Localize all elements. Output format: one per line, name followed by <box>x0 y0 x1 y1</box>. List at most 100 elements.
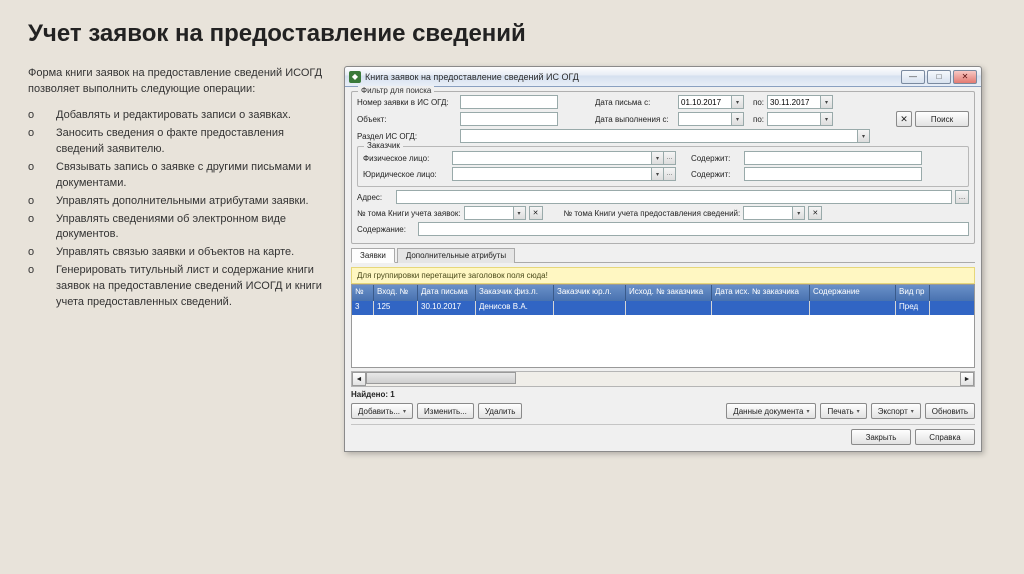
label-vol1: № тома Книги учета заявок: <box>357 209 461 218</box>
refresh-button[interactable]: Обновить <box>925 403 975 419</box>
label-section: Раздел ИС ОГД: <box>357 132 457 141</box>
vol2-clear[interactable]: ✕ <box>808 206 822 220</box>
bullet-mark: o <box>28 212 56 244</box>
edit-button[interactable]: Изменить... <box>417 403 474 419</box>
found-count: Найдено: 1 <box>351 390 975 399</box>
clear-filter-button[interactable]: ✕ <box>896 111 912 127</box>
grid-cell: 3 <box>352 301 374 315</box>
column-header[interactable]: Исход. № заказчика <box>626 285 712 301</box>
label-po2: по: <box>753 115 764 124</box>
object-input[interactable] <box>460 112 558 126</box>
legal-dropdown[interactable]: ▾ <box>652 167 664 181</box>
close-button[interactable]: ✕ <box>953 70 977 84</box>
label-object: Объект: <box>357 115 457 124</box>
bullet-mark: o <box>28 108 56 124</box>
section-dropdown[interactable]: ▾ <box>858 129 870 143</box>
date-to-input[interactable] <box>767 95 821 109</box>
label-individual: Физическое лицо: <box>363 154 449 163</box>
scroll-thumb[interactable] <box>366 372 516 384</box>
date-from-dropdown[interactable]: ▾ <box>732 95 744 109</box>
label-request-number: Номер заявки в ИС ОГД: <box>357 98 457 107</box>
bullet-text: Управлять связью заявки и объектов на ка… <box>56 245 294 261</box>
date-from-input[interactable] <box>678 95 732 109</box>
app-window: ◆ Книга заявок на предоставление сведени… <box>344 66 982 452</box>
address-lookup-button[interactable]: … <box>955 190 969 204</box>
tab-requests[interactable]: Заявки <box>351 248 395 263</box>
filter-groupbox: Фильтр для поиска Номер заявки в ИС ОГД:… <box>351 91 975 244</box>
legal-lookup[interactable]: … <box>664 167 676 181</box>
contains2-input[interactable] <box>744 167 922 181</box>
date-to-dropdown[interactable]: ▾ <box>821 95 833 109</box>
exec-from-dropdown[interactable]: ▾ <box>732 112 744 126</box>
column-header[interactable]: Вход. № <box>374 285 418 301</box>
customer-legend: Заказчик <box>364 141 403 150</box>
vol1-dropdown[interactable]: ▾ <box>514 206 526 220</box>
exec-date-from-input[interactable] <box>678 112 732 126</box>
export-button[interactable]: Экспорт▾ <box>871 403 921 419</box>
exec-to-dropdown[interactable]: ▾ <box>821 112 833 126</box>
doc-data-button[interactable]: Данные документа▾ <box>726 403 816 419</box>
grid-cell: Денисов В.А. <box>476 301 554 315</box>
add-button[interactable]: Добавить...▾ <box>351 403 413 419</box>
customer-groupbox: Заказчик Физическое лицо: ▾… Содержит: Ю… <box>357 146 969 187</box>
individual-input[interactable] <box>452 151 652 165</box>
contains1-input[interactable] <box>744 151 922 165</box>
intro-text: Форма книги заявок на предоставление све… <box>28 66 326 98</box>
close-window-button[interactable]: Закрыть <box>851 429 911 445</box>
grid-cell: Пред <box>896 301 930 315</box>
minimize-button[interactable]: — <box>901 70 925 84</box>
column-header[interactable]: Дата исх. № заказчика <box>712 285 810 301</box>
slide-title: Учет заявок на предоставление сведений <box>28 20 996 48</box>
label-po1: по: <box>753 98 764 107</box>
horizontal-scrollbar[interactable]: ◄ ► <box>351 371 975 387</box>
section-input[interactable] <box>460 129 858 143</box>
scroll-right-arrow[interactable]: ► <box>960 372 974 386</box>
bullet-mark: o <box>28 160 56 192</box>
vol1-clear[interactable]: ✕ <box>529 206 543 220</box>
column-header[interactable]: Заказчик юр.л. <box>554 285 626 301</box>
exec-date-to-input[interactable] <box>767 112 821 126</box>
app-icon: ◆ <box>349 71 361 83</box>
window-title: Книга заявок на предоставление сведений … <box>365 72 901 82</box>
column-header[interactable]: Дата письма <box>418 285 476 301</box>
column-header[interactable]: Заказчик физ.л. <box>476 285 554 301</box>
column-header[interactable]: Вид пр <box>896 285 930 301</box>
tab-strip: Заявки Дополнительные атрибуты <box>351 247 975 263</box>
request-number-input[interactable] <box>460 95 558 109</box>
bullet-text: Связывать запись о заявке с другими пись… <box>56 160 326 192</box>
legal-input[interactable] <box>452 167 652 181</box>
label-contains1: Содержит: <box>691 154 741 163</box>
grid-cell <box>810 301 896 315</box>
bullet-text: Заносить сведения о факте предоставления… <box>56 126 326 158</box>
help-button[interactable]: Справка <box>915 429 975 445</box>
content-input[interactable] <box>418 222 969 236</box>
tab-extra-attrs[interactable]: Дополнительные атрибуты <box>397 248 515 263</box>
vol1-input[interactable] <box>464 206 514 220</box>
grid-header[interactable]: №Вход. №Дата письмаЗаказчик физ.л.Заказч… <box>352 285 974 301</box>
bullet-mark: o <box>28 126 56 158</box>
column-header[interactable]: Содержание <box>810 285 896 301</box>
label-content: Содержание: <box>357 225 415 234</box>
column-header[interactable]: № <box>352 285 374 301</box>
maximize-button[interactable]: □ <box>927 70 951 84</box>
filter-legend: Фильтр для поиска <box>358 86 434 95</box>
bullet-mark: o <box>28 245 56 261</box>
vol2-input[interactable] <box>743 206 793 220</box>
address-input[interactable] <box>396 190 952 204</box>
scroll-left-arrow[interactable]: ◄ <box>352 372 366 386</box>
vol2-dropdown[interactable]: ▾ <box>793 206 805 220</box>
individual-dropdown[interactable]: ▾ <box>652 151 664 165</box>
scroll-track[interactable] <box>366 372 960 386</box>
bullet-mark: o <box>28 194 56 210</box>
data-grid[interactable]: №Вход. №Дата письмаЗаказчик физ.л.Заказч… <box>351 284 975 368</box>
delete-button[interactable]: Удалить <box>478 403 523 419</box>
bullet-text: Генерировать титульный лист и содержание… <box>56 263 326 311</box>
label-address: Адрес: <box>357 193 393 202</box>
grid-cell: 125 <box>374 301 418 315</box>
print-button[interactable]: Печать▾ <box>820 403 866 419</box>
table-row[interactable]: 312530.10.2017Денисов В.А.Пред <box>352 301 974 315</box>
search-button[interactable]: Поиск <box>915 111 969 127</box>
bullet-mark: o <box>28 263 56 311</box>
individual-lookup[interactable]: … <box>664 151 676 165</box>
grid-cell <box>712 301 810 315</box>
